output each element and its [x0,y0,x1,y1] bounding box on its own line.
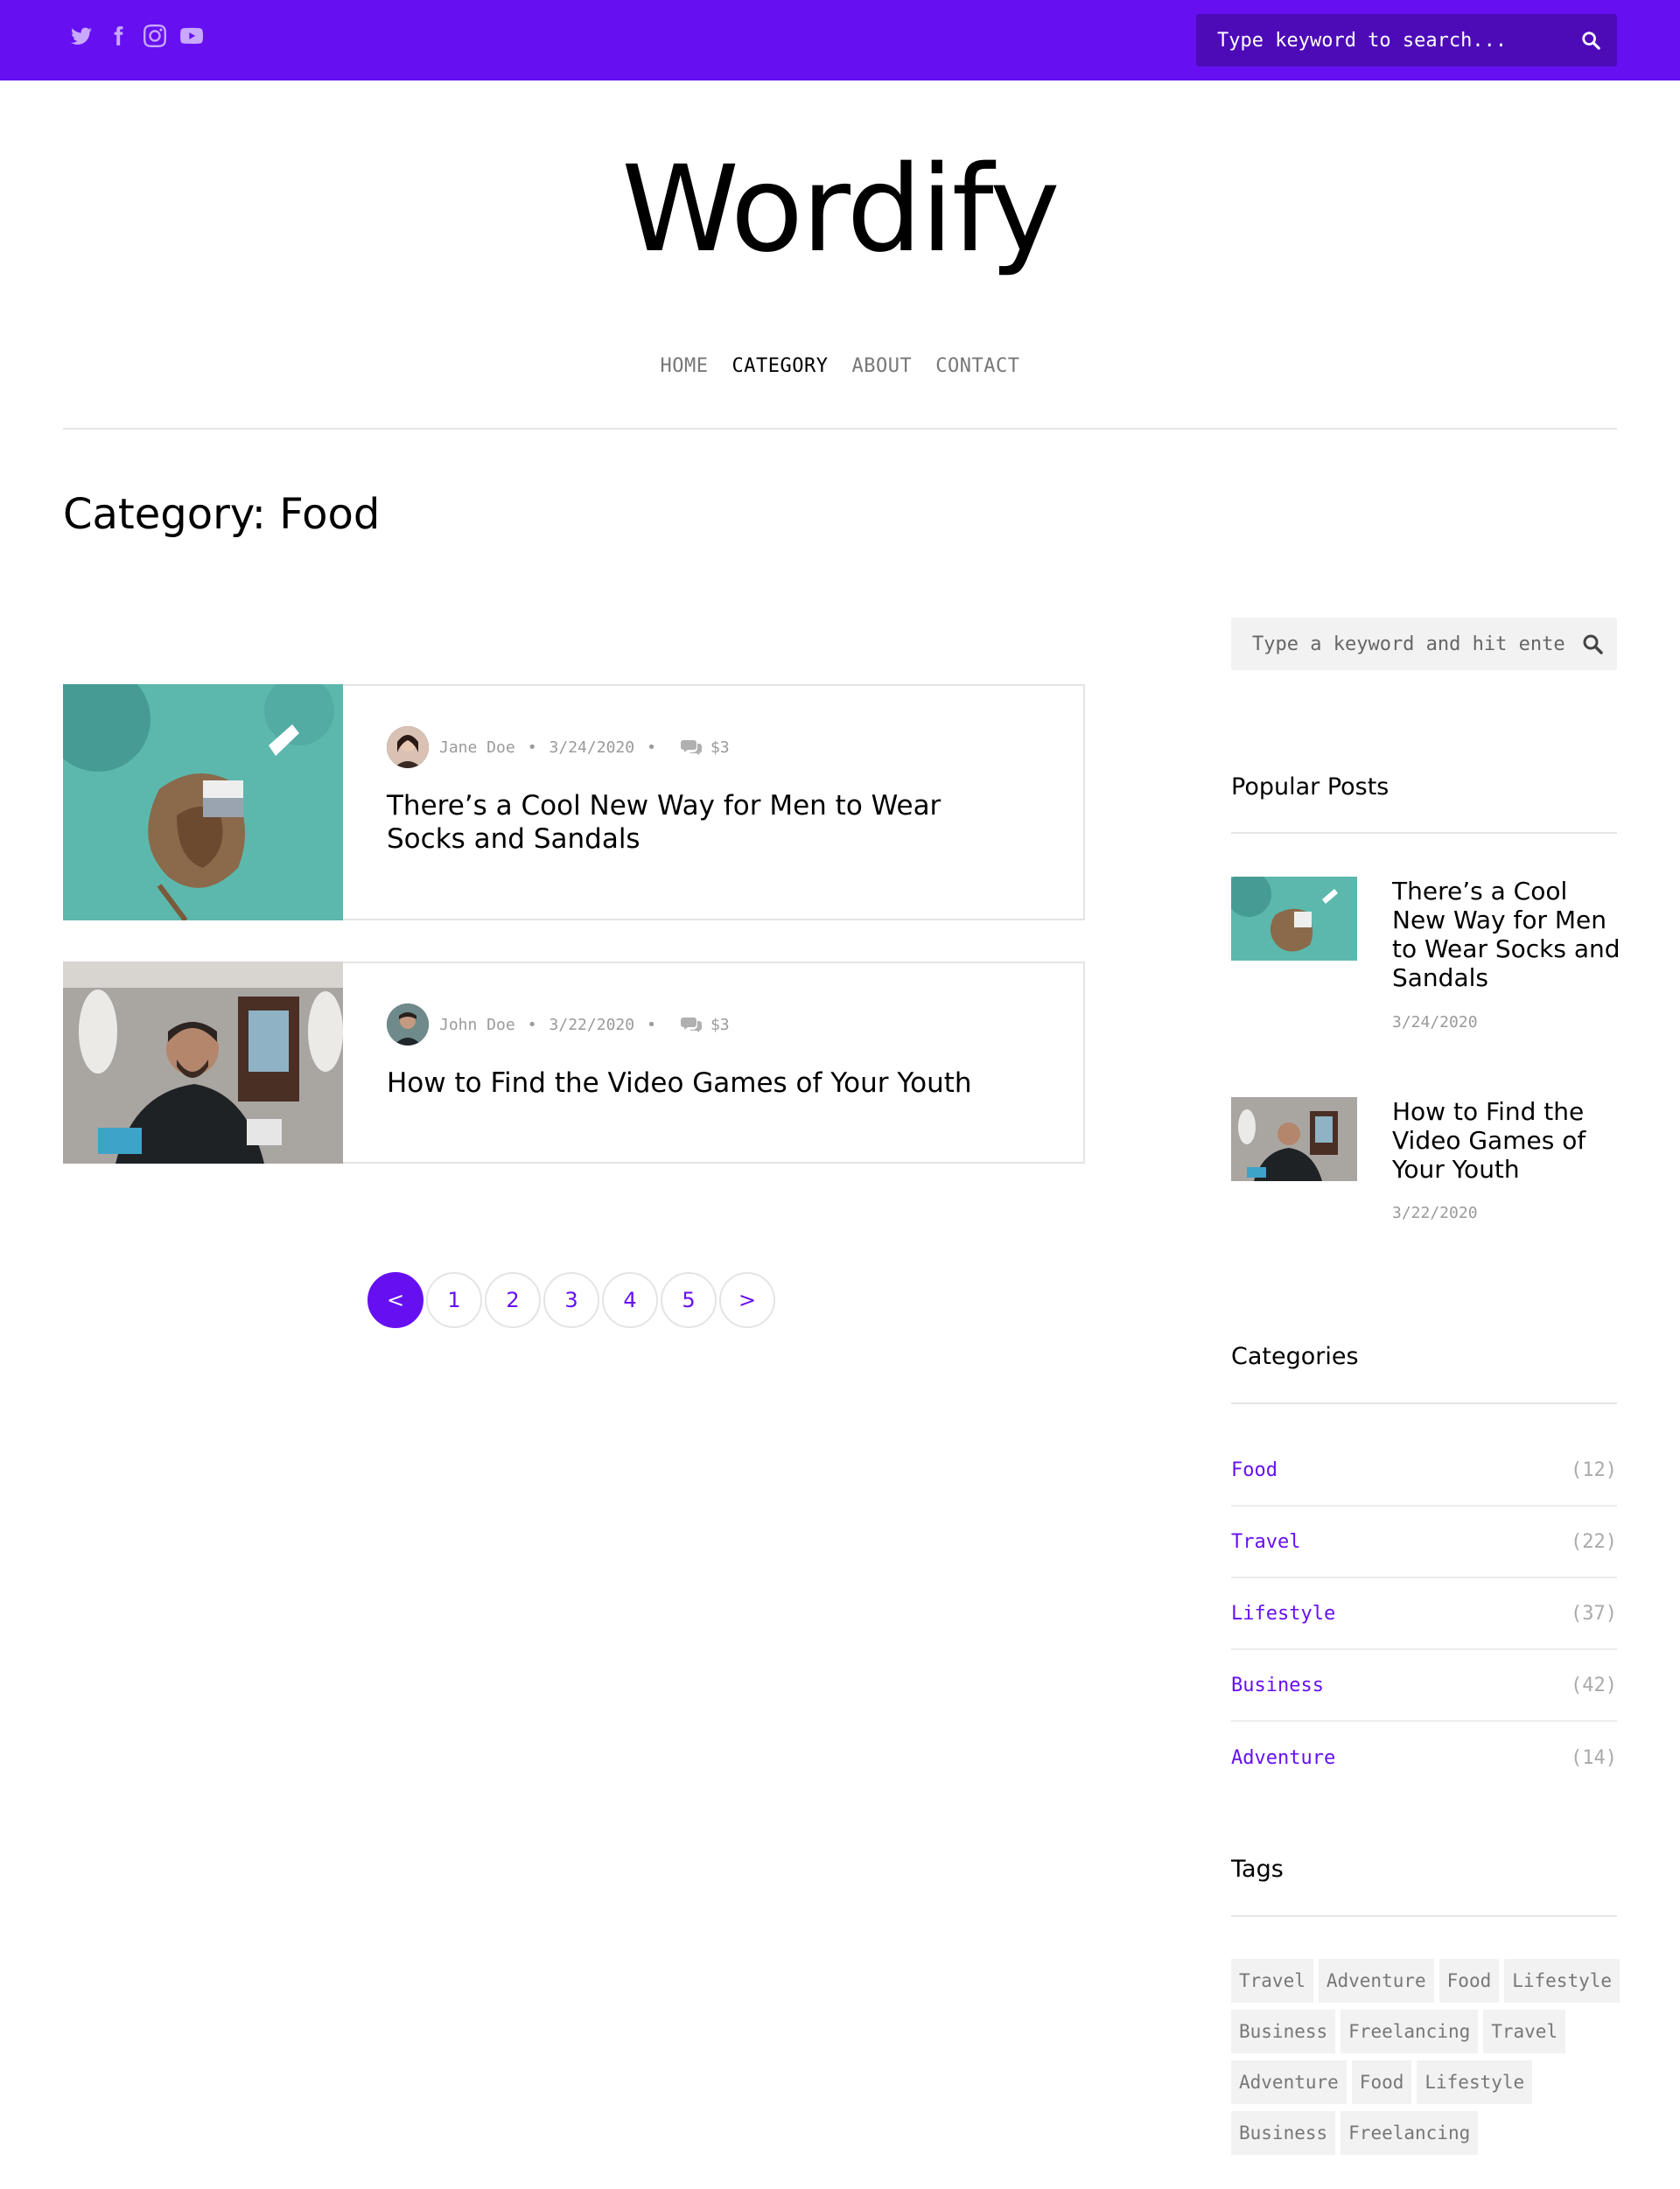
post-thumbnail[interactable] [46,667,343,922]
nav-category[interactable]: CATEGORY [732,355,829,377]
pagination-page[interactable]: 5 [661,1272,717,1328]
meta-separator: • [527,738,537,757]
sidebar-search-input[interactable] [1231,618,1568,670]
nav-home[interactable]: HOME [661,355,709,377]
post-meta: John Doe • 3/22/2020 • $3 [387,1004,1017,1046]
search-icon[interactable] [1564,14,1617,66]
tag[interactable]: Food [1351,2060,1412,2104]
popular-post[interactable]: There’s a Cool New Way for Men to Wear S… [1231,877,1620,1052]
category-item[interactable]: Lifestyle (37) [1231,1578,1617,1650]
popular-posts-heading: Popular Posts [1231,773,1390,801]
tags-heading: Tags [1231,1856,1284,1883]
categories-rule [1231,1402,1617,1404]
comment-icon [680,740,702,755]
comment-icon [680,1018,702,1032]
main-nav: HOME CATEGORY ABOUT CONTACT [0,355,1680,377]
tag[interactable]: Freelancing [1340,2010,1479,2053]
category-item[interactable]: Business (42) [1231,1650,1617,1722]
popular-post[interactable]: How to Find the Video Games of Your Yout… [1231,1097,1617,1272]
category-link[interactable]: Travel [1231,1531,1300,1553]
author-avatar [387,1004,429,1046]
pagination-page[interactable]: 2 [485,1272,541,1328]
pagination-prev[interactable]: < [368,1272,424,1328]
post-date: 3/24/2020 [549,738,635,757]
category-count: (14) [1571,1746,1617,1769]
category-item[interactable]: Travel (22) [1231,1507,1617,1578]
meta-separator: • [647,1015,656,1034]
post-body: John Doe • 3/22/2020 • $3 How to Find th… [387,1004,1017,1100]
tag[interactable]: Travel [1483,2010,1566,2053]
post-author[interactable]: Jane Doe [439,738,515,757]
tag[interactable]: Food [1438,1959,1500,2003]
post-date: 3/22/2020 [549,1015,635,1034]
page-title: Category: Food [63,490,381,539]
sidebar-search [1231,618,1617,670]
category-link[interactable]: Food [1231,1459,1278,1481]
pagination-page[interactable]: 3 [543,1272,599,1328]
post-thumbnail[interactable] [63,962,343,1164]
category-link[interactable]: Lifestyle [1231,1603,1335,1625]
tag-cloud: Travel Adventure Food Lifestyle Business… [1231,1959,1620,2155]
popular-post-date: 3/24/2020 [1392,1013,1478,1032]
tag[interactable]: Lifestyle [1504,1959,1620,2003]
pagination-page[interactable]: 1 [426,1272,482,1328]
categories-heading: Categories [1231,1343,1359,1370]
pagination-next[interactable]: > [719,1272,775,1328]
popular-post-title[interactable]: There’s a Cool New Way for Men to Wear S… [1392,877,1624,992]
categories-list: Food (12) Travel (22) Lifestyle (37) Bus… [1231,1435,1617,1794]
post-body: Jane Doe • 3/24/2020 • $3 There’s a Cool… [387,726,1017,856]
popular-post-thumbnail[interactable] [1231,877,1357,961]
category-item[interactable]: Food (12) [1231,1435,1617,1507]
post-author[interactable]: John Doe [439,1016,515,1034]
social-links [68,23,205,49]
top-bar [0,0,1680,80]
tag[interactable]: Business [1231,2010,1336,2053]
author-avatar [387,726,429,768]
popular-posts-rule [1231,832,1617,834]
header-divider [63,428,1617,430]
youtube-icon[interactable] [178,23,205,49]
popular-post-date: 3/22/2020 [1392,1204,1478,1222]
post-title[interactable]: There’s a Cool New Way for Men to Wear S… [387,789,1017,856]
pagination: < 1 2 3 4 5 > [368,1272,775,1328]
pagination-page[interactable]: 4 [602,1272,658,1328]
nav-contact[interactable]: CONTACT [935,355,1019,377]
instagram-icon[interactable] [142,23,168,49]
comment-count: $3 [710,1015,730,1034]
tag[interactable]: Lifestyle [1417,2060,1533,2104]
post-comments: $3 [680,1015,730,1034]
tag[interactable]: Business [1231,2111,1336,2155]
category-link[interactable]: Business [1231,1675,1324,1696]
twitter-icon[interactable] [68,23,94,49]
top-search [1196,14,1617,66]
post-card[interactable]: Jane Doe • 3/24/2020 • $3 There’s a Cool… [46,667,1085,922]
category-count: (42) [1571,1674,1617,1696]
category-item[interactable]: Adventure (14) [1231,1722,1617,1794]
search-icon[interactable] [1568,633,1617,654]
nav-about[interactable]: ABOUT [852,355,913,377]
popular-post-title[interactable]: How to Find the Video Games of Your Yout… [1392,1097,1624,1184]
site-logo[interactable]: Wordify [0,131,1680,289]
tag[interactable]: Freelancing [1340,2111,1479,2155]
facebook-icon[interactable] [105,23,131,49]
post-title[interactable]: How to Find the Video Games of Your Yout… [387,1067,1017,1100]
post-comments: $3 [680,738,730,757]
category-link[interactable]: Adventure [1231,1747,1335,1769]
post-card[interactable]: John Doe • 3/22/2020 • $3 How to Find th… [63,962,1085,1164]
comment-count: $3 [710,738,730,757]
tags-rule [1231,1915,1617,1917]
meta-separator: • [647,738,656,757]
category-count: (12) [1571,1458,1617,1481]
post-meta: Jane Doe • 3/24/2020 • $3 [387,726,1017,768]
category-count: (22) [1571,1530,1617,1553]
top-search-input[interactable] [1196,14,1564,66]
category-count: (37) [1571,1602,1617,1625]
tag[interactable]: Travel [1231,1959,1313,2003]
popular-post-thumbnail[interactable] [1231,1097,1357,1181]
meta-separator: • [527,1015,537,1034]
tag[interactable]: Adventure [1318,1959,1434,2003]
tag[interactable]: Adventure [1231,2060,1347,2104]
